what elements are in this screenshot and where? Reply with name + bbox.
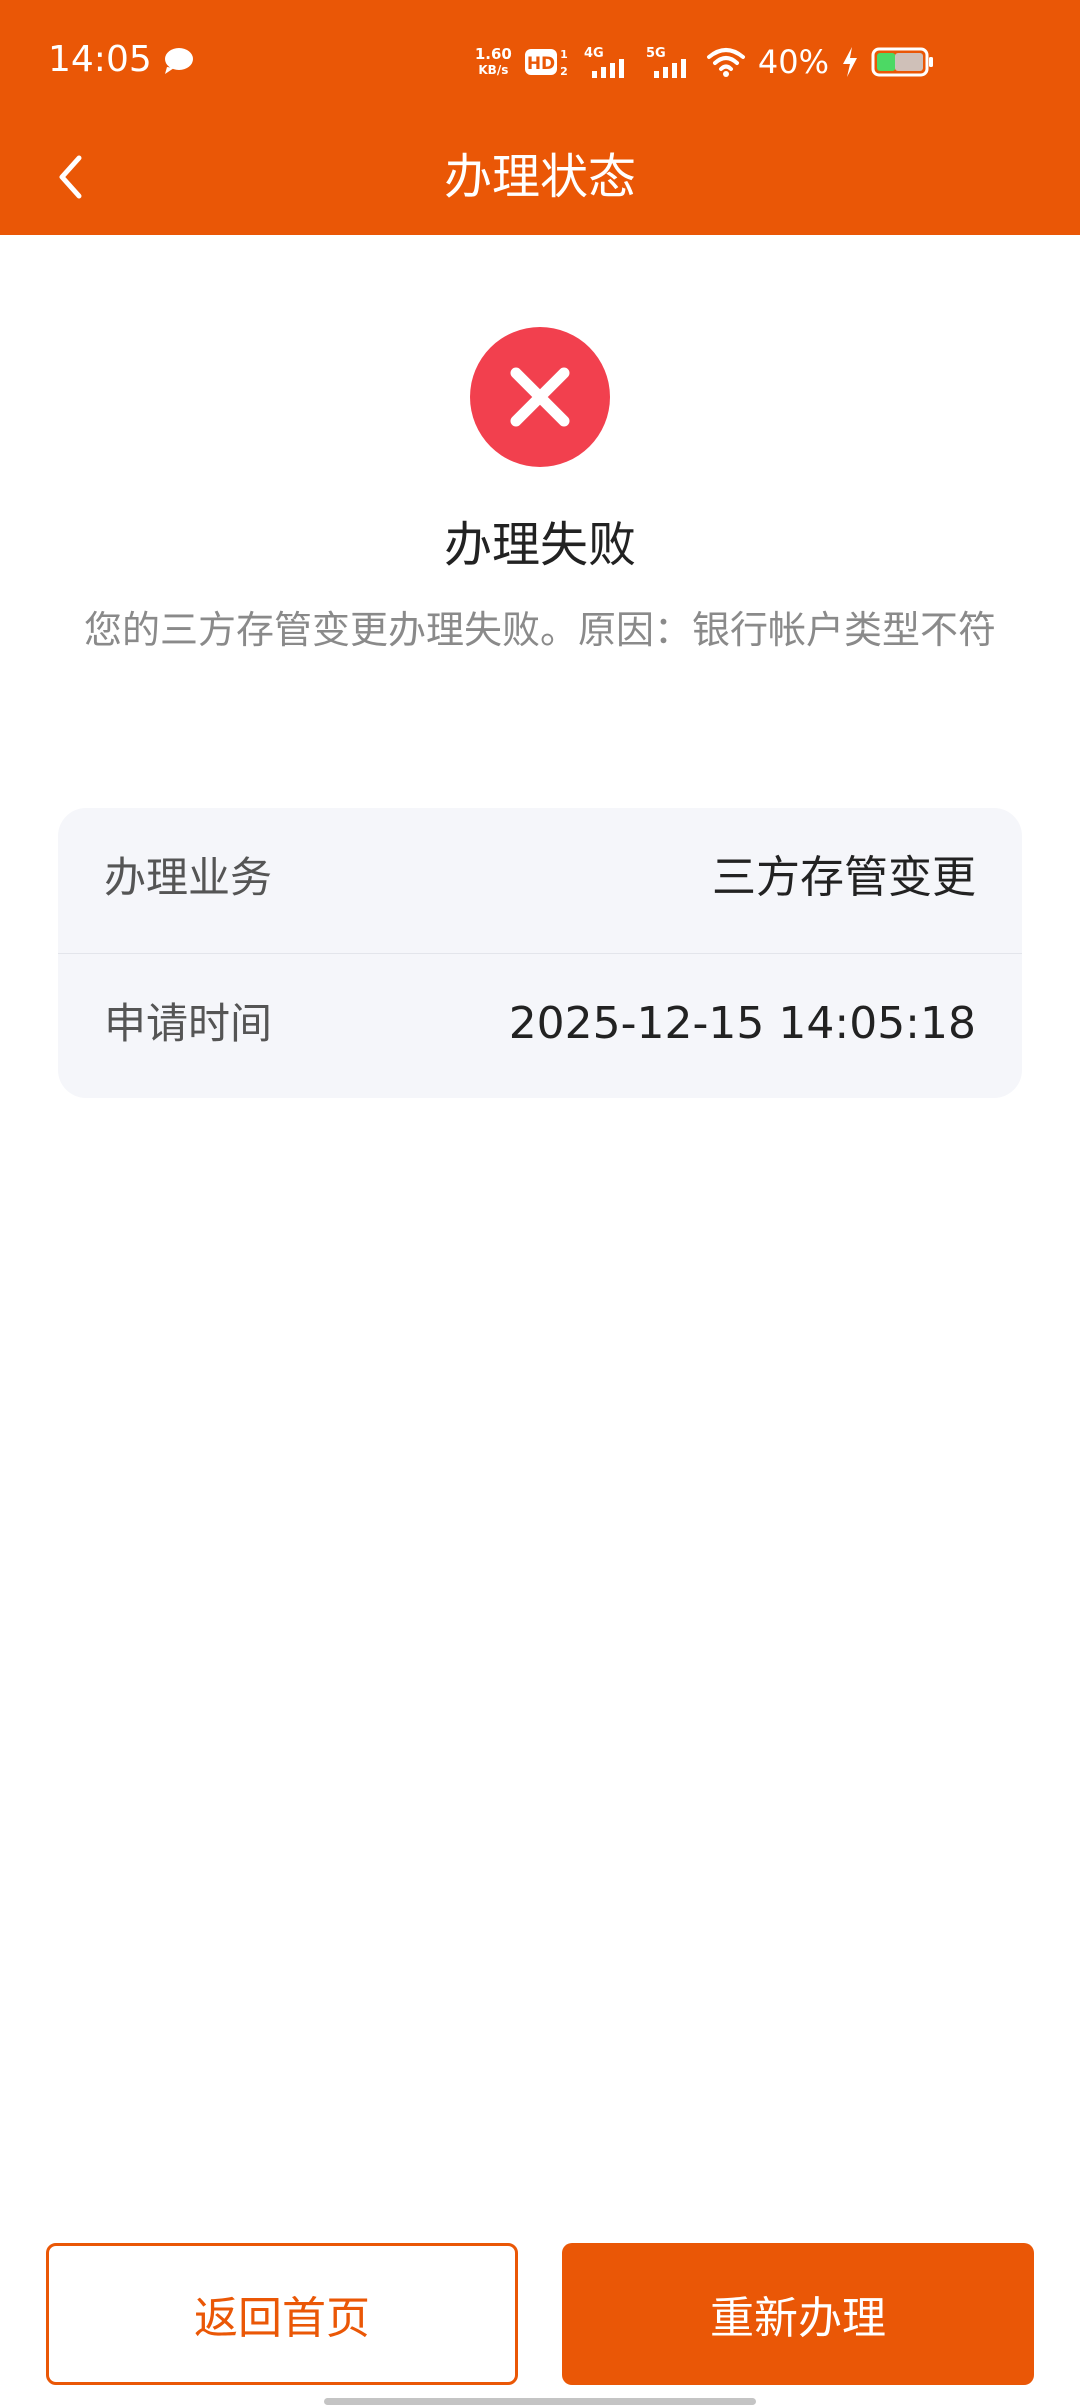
status-time: 14:05: [48, 39, 152, 80]
info-row-business: 办理业务 三方存管变更: [58, 808, 1022, 953]
retry-button[interactable]: 重新办理: [562, 2243, 1034, 2385]
charging-icon: [843, 47, 857, 77]
info-value: 三方存管变更: [712, 852, 976, 903]
svg-text:HD: HD: [527, 54, 555, 74]
nav-bar: 办理状态: [0, 122, 1080, 235]
wifi-icon: [706, 48, 745, 77]
net-speed-unit: KB/s: [478, 63, 509, 77]
page-title: 办理状态: [443, 149, 636, 205]
info-card: 办理业务 三方存管变更 申请时间 2025-12-15 14:05:18: [58, 808, 1022, 1098]
svg-text:2: 2: [560, 65, 568, 78]
battery-percent: 40%: [757, 43, 829, 81]
info-row-apply-time: 申请时间 2025-12-15 14:05:18: [58, 954, 1022, 1098]
status-icons: 1.60 KB/s HD 1 2 4G 5G 40%: [475, 40, 935, 84]
header: 14:05 1.60 KB/s HD 1 2 4G 5G 40% 办理状态: [0, 0, 1080, 235]
net-speed: 1.60 KB/s: [475, 46, 512, 78]
info-value: 2025-12-15 14:05:18: [508, 998, 976, 1049]
status-bar: 14:05 1.60 KB/s HD 1 2 4G 5G 40%: [0, 0, 1080, 122]
result-description: 您的三方存管变更办理失败。原因：银行帐户类型不符: [83, 608, 996, 652]
hd-icon: HD 1 2: [524, 48, 568, 78]
battery-icon: [871, 47, 933, 77]
svg-text:1: 1: [560, 48, 568, 61]
return-home-button[interactable]: 返回首页: [46, 2243, 518, 2385]
svg-text:4G: 4G: [584, 46, 604, 61]
result-title: 办理失败: [443, 517, 636, 573]
net-speed-value: 1.60: [474, 45, 512, 63]
signal-4g-icon: 4G: [584, 46, 624, 78]
info-label: 办理业务: [104, 853, 273, 902]
svg-text:5G: 5G: [646, 46, 666, 61]
error-icon: [470, 327, 610, 467]
home-indicator[interactable]: [324, 2398, 756, 2405]
info-label: 申请时间: [104, 999, 273, 1048]
page: 14:05 1.60 KB/s HD 1 2 4G 5G 40% 办理状态 办理…: [0, 0, 1080, 2408]
message-icon: [165, 48, 193, 74]
signal-5g-icon: 5G: [646, 46, 686, 78]
